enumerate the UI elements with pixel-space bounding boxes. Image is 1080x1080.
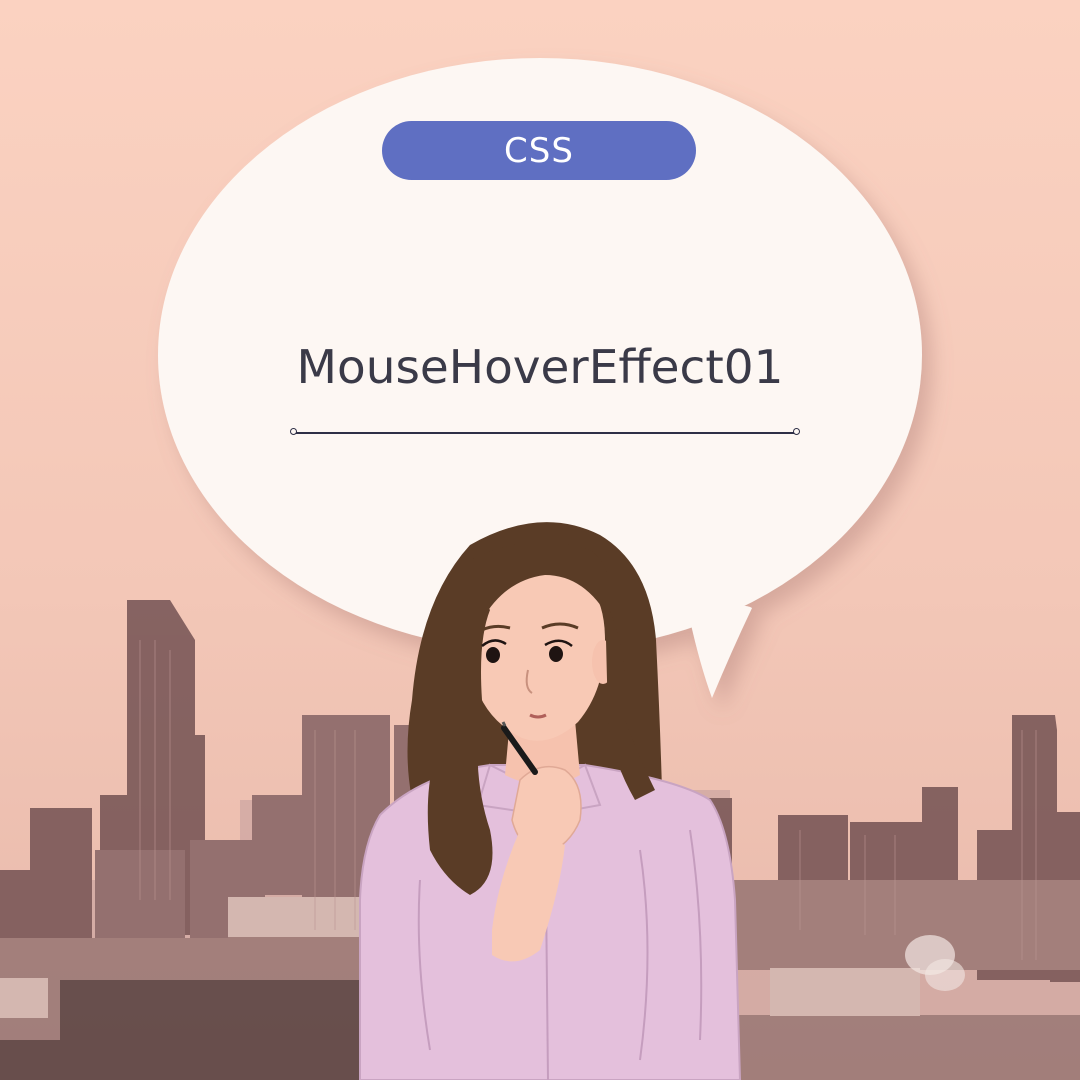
page-title: MouseHoverEffect01 (296, 340, 784, 394)
poster: CSS MouseHoverEffect01 (0, 0, 1080, 1080)
title-divider (290, 428, 800, 435)
css-badge: CSS (382, 121, 696, 180)
badge-label: CSS (504, 130, 574, 171)
divider-right-dot (793, 428, 800, 435)
divider-left-dot (290, 428, 297, 435)
